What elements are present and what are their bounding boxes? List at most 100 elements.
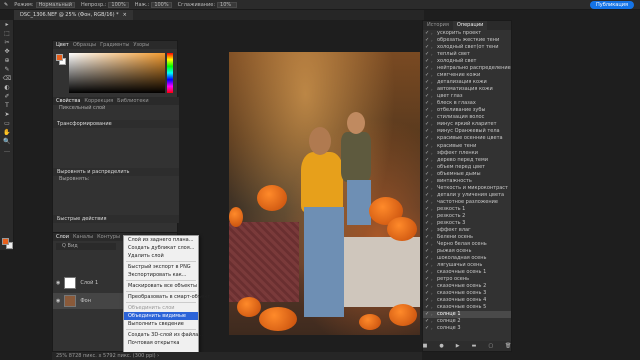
tab-swatches[interactable]: Образцы [73,42,96,48]
expand-chevron-icon[interactable]: › [431,318,435,325]
checkmark-icon[interactable]: ✓ [425,93,429,100]
checkmark-icon[interactable]: ✓ [425,72,429,79]
expand-chevron-icon[interactable]: › [431,255,435,262]
action-item[interactable]: ✓ › ретро осень [423,276,511,283]
checkmark-icon[interactable]: ✓ [425,283,429,290]
expand-chevron-icon[interactable]: › [431,157,435,164]
move-tool-icon[interactable]: ▸ [0,20,14,29]
publish-button[interactable]: Публикация [590,1,634,9]
tab-properties[interactable]: Свойства [56,98,80,104]
zoom-tool-icon[interactable]: 🔍 [0,137,14,146]
expand-chevron-icon[interactable]: › [431,192,435,199]
action-item[interactable]: ✓ › Черно белая осень [423,241,511,248]
expand-chevron-icon[interactable]: › [431,86,435,93]
tab-layers[interactable]: Слои [56,234,69,240]
checkmark-icon[interactable]: ✓ [425,100,429,107]
checkmark-icon[interactable]: ✓ [425,44,429,51]
action-item[interactable]: ✓ › смягчение кожи [423,72,511,79]
tab-actions[interactable]: Операции [452,21,488,30]
checkmark-icon[interactable]: ✓ [425,114,429,121]
stop-icon[interactable]: ■ [423,343,428,349]
document-tab[interactable]: DSC_1306.NEF @ 25% (Фон, RGB/16) * × [14,10,133,20]
expand-chevron-icon[interactable]: › [431,185,435,192]
expand-chevron-icon[interactable]: › [431,269,435,276]
checkmark-icon[interactable]: ✓ [425,248,429,255]
action-item[interactable]: ✓ › сказочные осень 5 [423,304,511,311]
action-item[interactable]: ✓ › ускорить проект [423,30,511,37]
action-item[interactable]: ✓ › объемные дымы [423,171,511,178]
checkmark-icon[interactable]: ✓ [425,325,429,332]
checkmark-icon[interactable]: ✓ [425,107,429,114]
quick-actions-section[interactable]: Быстрые действия [53,215,179,223]
action-item[interactable]: ✓ › теплый свет [423,51,511,58]
expand-chevron-icon[interactable]: › [431,58,435,65]
action-item[interactable]: ✓ › автоматизация кожи [423,86,511,93]
checkmark-icon[interactable]: ✓ [425,234,429,241]
checkmark-icon[interactable]: ✓ [425,297,429,304]
expand-chevron-icon[interactable]: › [431,234,435,241]
checkmark-icon[interactable]: ✓ [425,157,429,164]
action-item[interactable]: ✓ › обрезать жесткие тени [423,37,511,44]
menu-item-merge-visible[interactable]: Объединить видимые [124,312,198,320]
layer-filter-input[interactable]: Q Вид [56,243,116,250]
expand-chevron-icon[interactable]: › [431,30,435,37]
tab-channels[interactable]: Каналы [73,234,93,240]
expand-chevron-icon[interactable]: › [431,325,435,332]
menu-item-postcard[interactable]: Почтовая открытка [124,339,198,347]
menu-item-layer-from-background[interactable]: Слой из заднего плана... [124,236,198,244]
action-item[interactable]: ✓ › объем перед цвет [423,164,511,171]
expand-chevron-icon[interactable]: › [431,220,435,227]
action-item[interactable]: ✓ › холодный свет(от тени [423,44,511,51]
hue-slider[interactable] [167,53,173,93]
expand-chevron-icon[interactable]: › [431,79,435,86]
checkmark-icon[interactable]: ✓ [425,30,429,37]
visibility-eye-icon[interactable]: ◉ [56,298,60,304]
expand-chevron-icon[interactable]: › [431,37,435,44]
expand-chevron-icon[interactable]: › [431,93,435,100]
menu-item-duplicate-layer[interactable]: Создать дубликат слоя... [124,244,198,252]
action-item[interactable]: ✓ › резкость 1 [423,206,511,213]
menu-item-delete-layer[interactable]: Удалить слой [124,252,198,260]
action-item[interactable]: ✓ › минус яркий кларитет [423,121,511,128]
tab-paths[interactable]: Контуры [97,234,120,240]
new-set-icon[interactable]: ▬ [472,343,477,349]
opacity-input[interactable]: 100% [108,1,129,8]
action-item[interactable]: ✓ › резкость 2 [423,213,511,220]
expand-chevron-icon[interactable]: › [431,143,435,150]
document-canvas[interactable] [229,52,420,335]
tab-history[interactable]: История [423,21,453,30]
expand-chevron-icon[interactable]: › [431,121,435,128]
action-item[interactable]: ✓ › сказочные осень 3 [423,290,511,297]
visibility-eye-icon[interactable]: ◉ [56,280,60,286]
action-item[interactable]: ✓ › солнце 3 [423,325,511,332]
checkmark-icon[interactable]: ✓ [425,206,429,213]
action-item[interactable]: ✓ › шоколадная осень [423,255,511,262]
action-item[interactable]: ✓ › рыжая осень [423,248,511,255]
trash-icon[interactable]: 🗑 [505,343,511,349]
checkmark-icon[interactable]: ✓ [425,318,429,325]
checkmark-icon[interactable]: ✓ [425,58,429,65]
mode-select[interactable]: Нормальный [35,1,75,8]
menu-item-export-as[interactable]: Экспортировать как... [124,271,198,279]
expand-chevron-icon[interactable]: › [431,199,435,206]
crop-tool-icon[interactable]: ✥ [0,47,14,56]
expand-chevron-icon[interactable]: › [431,241,435,248]
action-item[interactable]: ✓ › Белени осень [423,234,511,241]
action-item[interactable]: ✓ › детализация кожи [423,79,511,86]
action-item[interactable]: ✓ › винтажность [423,178,511,185]
expand-chevron-icon[interactable]: › [431,171,435,178]
panel-foreground-swatch[interactable] [56,54,63,61]
action-item[interactable]: ✓ › блеск в глазах [423,100,511,107]
checkmark-icon[interactable]: ✓ [425,255,429,262]
action-item[interactable]: ✓ › отбеливание зубы [423,107,511,114]
action-item[interactable]: ✓ › дерево перед теми [423,157,511,164]
tab-color[interactable]: Цвет [56,42,69,48]
menu-item-3d-layer-from-file[interactable]: Создать 3D-слой из файла... [124,331,203,339]
expand-chevron-icon[interactable]: › [431,283,435,290]
expand-chevron-icon[interactable]: › [431,227,435,234]
action-item[interactable]: ✓ › красивые осенние цвета [423,135,511,142]
tab-adjustments[interactable]: Коррекция [84,98,113,104]
expand-chevron-icon[interactable]: › [431,150,435,157]
checkmark-icon[interactable]: ✓ [425,150,429,157]
path-select-tool-icon[interactable]: ➤ [0,110,14,119]
